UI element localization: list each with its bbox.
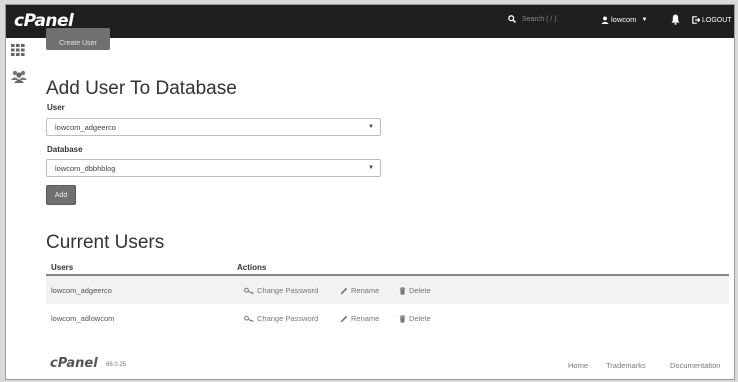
rename-link[interactable]: Rename bbox=[340, 314, 379, 323]
search-placeholder: Search ( / ) bbox=[522, 15, 557, 23]
current-users-title: Current Users bbox=[46, 232, 165, 253]
caret-down-icon: ▼ bbox=[641, 16, 648, 23]
search-icon bbox=[508, 15, 516, 23]
delete-link[interactable]: Delete bbox=[399, 286, 431, 295]
add-button[interactable]: Add bbox=[46, 185, 76, 205]
search-box[interactable]: Search ( / ) bbox=[508, 15, 557, 23]
database-label: Database bbox=[47, 145, 83, 154]
browser-frame: cPanel Search ( / ) lowcom ▼ LOGOUT Crea… bbox=[5, 4, 735, 380]
user-icon bbox=[601, 15, 609, 24]
footer-link-trademarks[interactable]: Trademarks bbox=[606, 361, 646, 370]
trash-icon bbox=[399, 286, 406, 295]
database-select[interactable]: lowcom_dbbhblog ▼ bbox=[46, 159, 381, 177]
users-icon[interactable] bbox=[11, 70, 27, 83]
username: lowcom bbox=[611, 15, 637, 24]
rename-link[interactable]: Rename bbox=[340, 286, 379, 295]
logout-label: LOGOUT bbox=[702, 16, 732, 24]
bell-icon[interactable] bbox=[671, 14, 680, 25]
key-icon bbox=[244, 315, 254, 322]
change-password-link[interactable]: Change Password bbox=[244, 286, 318, 295]
change-password-link[interactable]: Change Password bbox=[244, 314, 318, 323]
user-select-value: lowcom_adgeerco bbox=[55, 122, 116, 132]
select-arrow-icon: ▼ bbox=[368, 165, 374, 171]
user-select[interactable]: lowcom_adgeerco ▼ bbox=[46, 118, 381, 136]
select-arrow-icon: ▼ bbox=[368, 124, 374, 130]
footer-link-documentation[interactable]: Documentation bbox=[670, 361, 720, 370]
grid-icon[interactable] bbox=[11, 44, 25, 56]
delete-link[interactable]: Delete bbox=[399, 314, 431, 323]
logout-icon bbox=[692, 16, 700, 24]
logout-link[interactable]: LOGOUT bbox=[692, 16, 732, 24]
pencil-icon bbox=[340, 287, 348, 294]
pencil-icon bbox=[340, 315, 348, 322]
main-content: Create User Add User To Database User lo… bbox=[30, 28, 734, 379]
create-user-button[interactable]: Create User bbox=[46, 28, 110, 50]
column-users: Users bbox=[51, 263, 74, 272]
key-icon bbox=[244, 287, 254, 294]
add-user-title: Add User To Database bbox=[46, 78, 237, 99]
user-menu[interactable]: lowcom ▼ bbox=[601, 15, 647, 24]
user-label: User bbox=[47, 103, 65, 112]
database-select-value: lowcom_dbbhblog bbox=[55, 163, 116, 173]
sidebar bbox=[6, 38, 30, 379]
user-name: lowcom_adlowcom bbox=[51, 314, 115, 323]
top-bar: cPanel Search ( / ) lowcom ▼ LOGOUT bbox=[6, 5, 734, 38]
users-table: Users Actions lowcom_adgeerco Change Pas… bbox=[46, 259, 729, 332]
column-actions: Actions bbox=[237, 263, 267, 272]
user-name: lowcom_adgeerco bbox=[51, 286, 112, 295]
version-number: 66.0.25 bbox=[106, 362, 127, 368]
table-row: lowcom_adlowcom Change Password Rename D… bbox=[46, 304, 729, 332]
trash-icon bbox=[399, 314, 406, 323]
table-header: Users Actions bbox=[46, 259, 729, 276]
footer-link-home[interactable]: Home bbox=[568, 361, 588, 370]
footer-cpanel-logo: cPanel bbox=[50, 356, 98, 371]
table-row: lowcom_adgeerco Change Password Rename D… bbox=[46, 276, 729, 304]
